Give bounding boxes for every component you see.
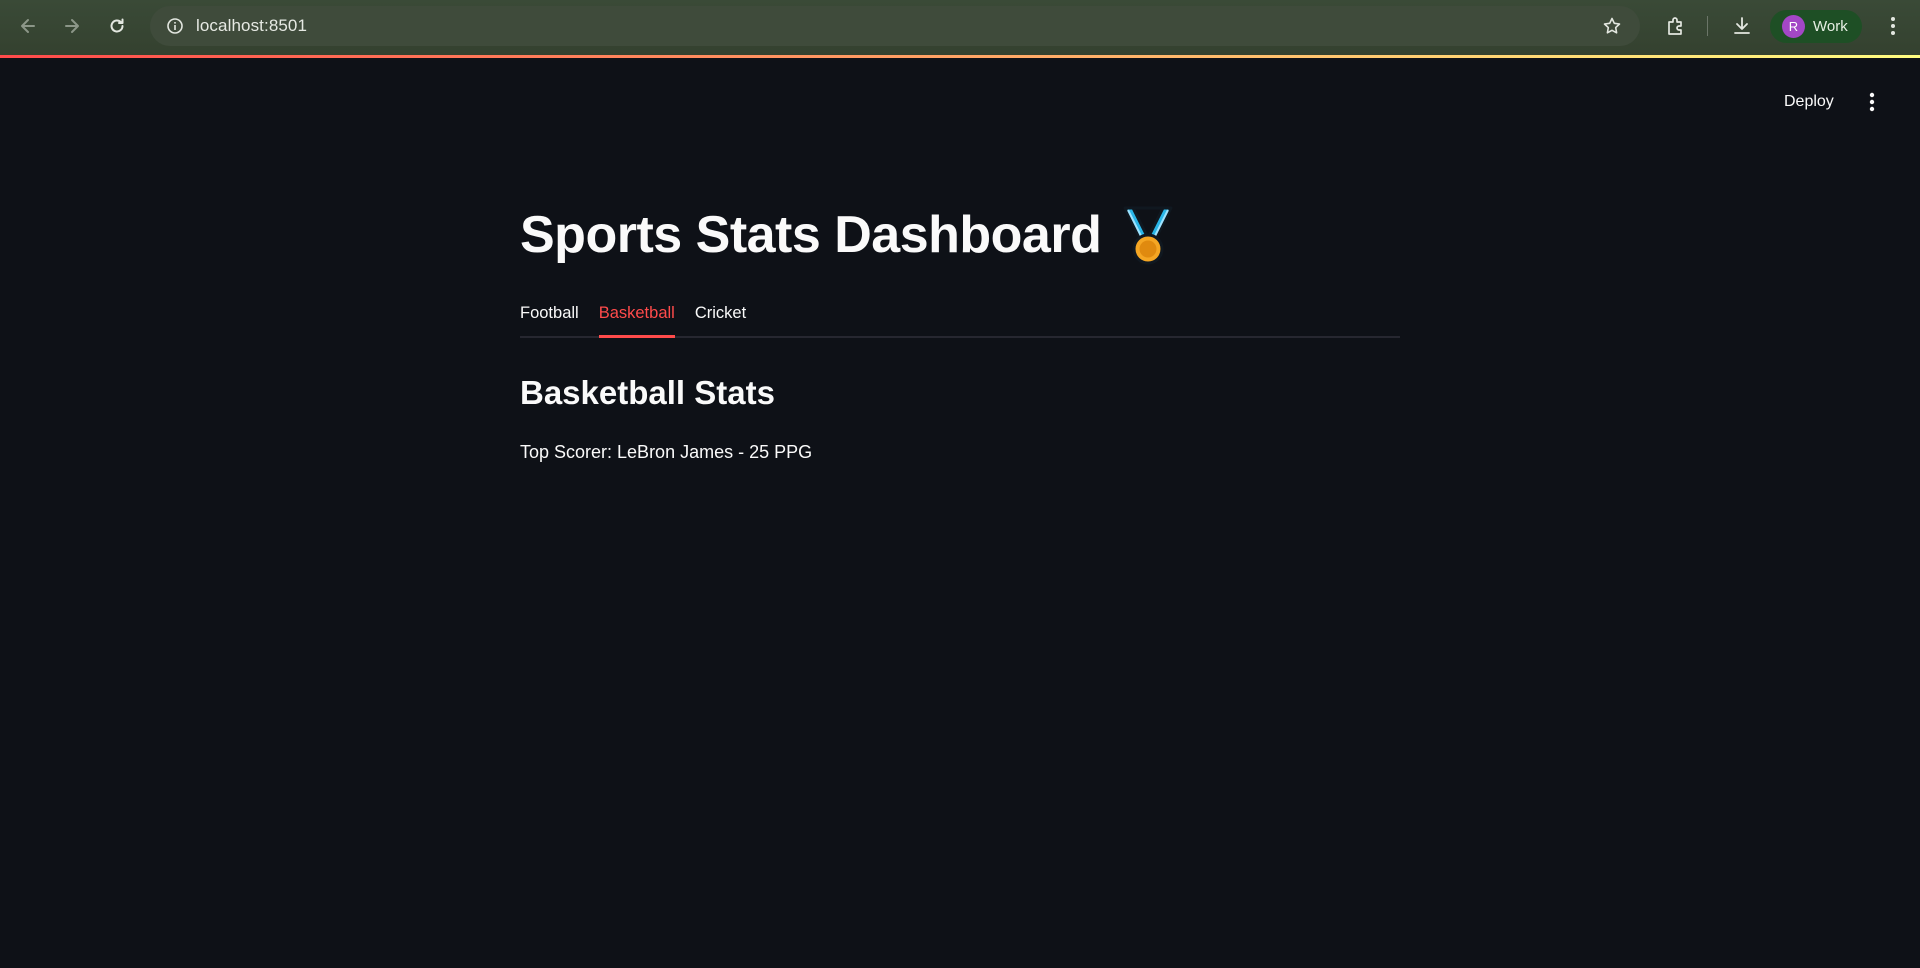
sport-tabs: Football Basketball Cricket	[520, 294, 1400, 338]
more-vertical-icon	[1891, 17, 1895, 35]
header-decoration	[0, 55, 1920, 58]
avatar: R	[1782, 15, 1805, 38]
url-text: localhost:8501	[196, 16, 308, 35]
site-info-button[interactable]	[160, 11, 190, 41]
toolbar-divider	[1707, 16, 1708, 36]
title-row: Sports Stats Dashboard	[520, 190, 1400, 280]
back-button[interactable]	[13, 11, 43, 41]
browser-toolbar: localhost:8501 R Work	[0, 0, 1920, 55]
forward-button[interactable]	[57, 11, 87, 41]
main-content: Sports Stats Dashboard Football Basketba…	[520, 190, 1400, 463]
more-vertical-icon	[1869, 92, 1875, 112]
page-title: Sports Stats Dashboard	[520, 206, 1102, 264]
tab-basketball[interactable]: Basketball	[598, 294, 675, 338]
download-icon	[1734, 17, 1750, 34]
bookmark-button[interactable]	[1598, 12, 1626, 40]
info-icon	[167, 18, 183, 34]
arrow-right-icon	[65, 19, 79, 33]
tab-cricket[interactable]: Cricket	[695, 294, 746, 336]
app-menu-button[interactable]	[1860, 88, 1884, 116]
arrow-left-icon	[21, 19, 35, 33]
downloads-button[interactable]	[1727, 11, 1757, 41]
tab-football[interactable]: Football	[520, 294, 579, 336]
star-icon	[1603, 17, 1621, 34]
deploy-button[interactable]: Deploy	[1772, 88, 1846, 116]
medal-icon	[1123, 206, 1173, 265]
extensions-button[interactable]	[1661, 11, 1691, 41]
section-heading: Basketball Stats	[520, 374, 775, 411]
reload-button[interactable]	[102, 11, 132, 41]
puzzle-icon	[1668, 17, 1682, 35]
reload-icon	[110, 18, 124, 33]
profile-label: Work	[1813, 18, 1848, 35]
profile-button[interactable]: R Work	[1770, 10, 1862, 43]
address-bar[interactable]: localhost:8501	[150, 6, 1640, 46]
browser-menu-button[interactable]	[1880, 11, 1906, 41]
top-scorer-text: Top Scorer: LeBron James - 25 PPG	[520, 442, 813, 462]
